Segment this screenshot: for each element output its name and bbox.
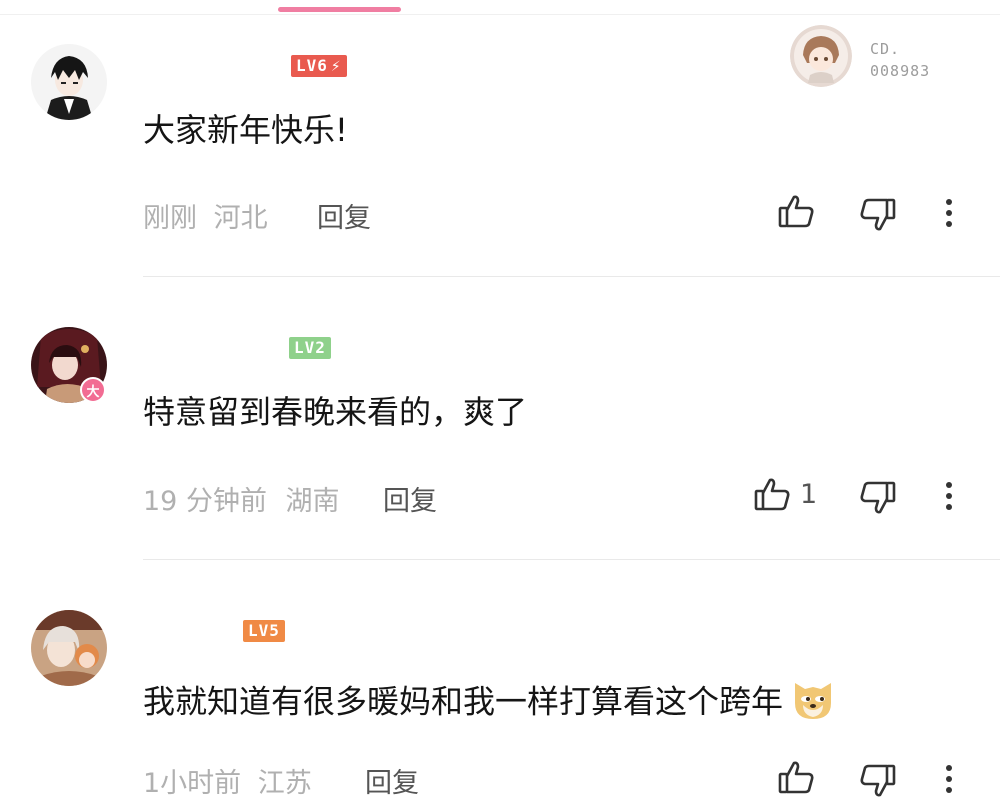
- level-badge: LV5: [243, 620, 285, 642]
- comment-location: 湖南: [285, 486, 340, 517]
- comment-time: 刚刚: [143, 203, 197, 234]
- comment-time: 19 分钟前: [143, 486, 267, 517]
- reply-button[interactable]: 回复: [317, 196, 371, 235]
- thumbs-up-icon[interactable]: [777, 758, 815, 796]
- thumbs-down-icon[interactable]: [859, 196, 897, 234]
- thumbs-down-icon[interactable]: [859, 479, 897, 517]
- comment-time: 1小时前: [143, 768, 242, 799]
- comment-meta: 19 分钟前 湖南: [143, 479, 340, 518]
- comment-meta: 1小时前 江苏: [143, 761, 312, 800]
- doge-emoji-icon: [789, 675, 837, 732]
- avatar[interactable]: [31, 44, 107, 120]
- avatar[interactable]: [31, 610, 107, 686]
- comment-location: 江苏: [257, 768, 312, 799]
- comment-text: 我就知道有很多暖妈和我一样打算看这个跨年: [143, 675, 837, 732]
- more-icon[interactable]: [944, 764, 954, 794]
- comment-meta: 刚刚 河北: [143, 196, 268, 235]
- fan-badge-avatar[interactable]: [790, 25, 852, 87]
- thumbs-up-icon[interactable]: [777, 192, 815, 230]
- level-badge: LV2: [289, 337, 331, 359]
- like-count: 1: [800, 479, 818, 510]
- more-icon[interactable]: [944, 198, 954, 228]
- comment-list-page: LV6 ⚡ CD. 008983 大家新年快乐! 刚刚 河北 回复 大 LV2 …: [0, 0, 1000, 805]
- thumbs-up-icon[interactable]: [753, 475, 791, 513]
- comment-divider: [143, 559, 1000, 560]
- comment-text: 特意留到春晚来看的，爽了: [143, 393, 528, 431]
- reply-button[interactable]: 回复: [365, 761, 419, 800]
- reply-button[interactable]: 回复: [383, 479, 437, 518]
- more-icon[interactable]: [944, 481, 954, 511]
- thumbs-down-icon[interactable]: [859, 762, 897, 800]
- comment-text: 大家新年快乐!: [143, 111, 348, 149]
- vip-badge: 大: [80, 377, 106, 403]
- comment-divider: [143, 276, 1000, 277]
- tab-indicator: [278, 7, 401, 12]
- comment-location: 河北: [213, 203, 268, 234]
- level-badge: LV6 ⚡: [291, 55, 347, 77]
- fan-badge-number: CD. 008983: [870, 40, 931, 80]
- top-divider: [0, 14, 1000, 15]
